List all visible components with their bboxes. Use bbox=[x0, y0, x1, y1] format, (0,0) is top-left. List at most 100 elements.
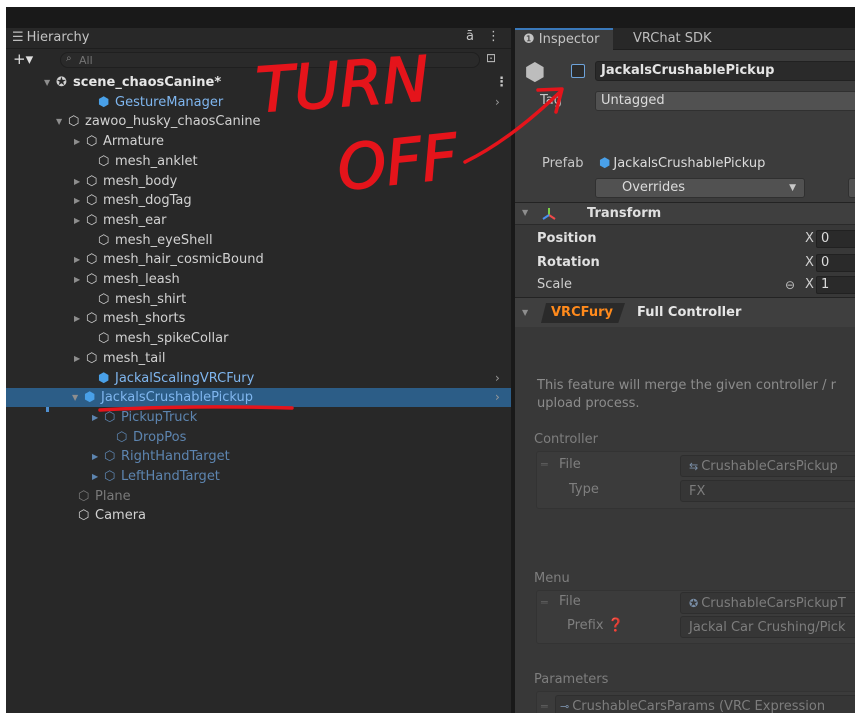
hierarchy-row[interactable]: ⬡ DropPos bbox=[6, 428, 511, 447]
tag-dropdown[interactable]: Untagged bbox=[595, 91, 855, 111]
expand-arrow-closed-icon[interactable]: ▶ bbox=[74, 270, 80, 289]
overrides-dropdown[interactable]: Overrides ▼ bbox=[595, 178, 805, 198]
filter-icon[interactable]: ⊡ bbox=[486, 51, 496, 65]
expand-arrow-closed-icon[interactable]: ▶ bbox=[74, 211, 80, 230]
open-prefab-chevron-icon[interactable]: › bbox=[495, 369, 500, 388]
hierarchy-row[interactable]: ▶ ⬡ mesh_ear bbox=[6, 211, 511, 230]
hierarchy-row[interactable]: ⬡ mesh_shirt bbox=[6, 290, 511, 309]
gameobject-cube-icon: ⬡ bbox=[86, 311, 98, 327]
expand-arrow-closed-icon[interactable]: ▶ bbox=[74, 191, 80, 210]
expand-arrow-closed-icon[interactable]: ▶ bbox=[92, 467, 98, 486]
gameobject-cube-icon: ⬡ bbox=[104, 469, 116, 484]
inspector-tab-bar: ❶ Inspector VRChat SDK bbox=[515, 28, 855, 50]
gameobject-cube-icon: ⬡ bbox=[98, 331, 110, 347]
expand-arrow-closed-icon[interactable]: ▶ bbox=[92, 408, 98, 427]
help-icon[interactable]: ❓ bbox=[608, 618, 624, 633]
menu-box: ═ File ✪ CrushableCarsPickupT Prefix ❓ Ja… bbox=[536, 590, 855, 644]
menu-file-value: CrushableCarsPickupT bbox=[701, 596, 846, 611]
transform-title: Transform bbox=[587, 206, 662, 221]
scene-menu-icon[interactable]: ⋮ bbox=[495, 73, 508, 92]
add-object-button[interactable]: +▾ bbox=[13, 50, 33, 68]
hierarchy-row-label: scene_chaosCanine* bbox=[73, 75, 222, 90]
search-input[interactable] bbox=[79, 53, 459, 67]
active-checkbox[interactable] bbox=[571, 64, 585, 78]
hierarchy-row[interactable]: ⬢ JackalScalingVRCFury › bbox=[6, 369, 511, 388]
prefab-cube-icon: ⬢ bbox=[599, 156, 611, 171]
hierarchy-row[interactable]: ⬡ mesh_eyeShell bbox=[6, 231, 511, 250]
vrcfury-component-header[interactable]: ▼ VRCFury Full Controller bbox=[515, 297, 855, 327]
hierarchy-row[interactable]: ▼ ⬡ zawoo_husky_chaosCanine bbox=[6, 112, 511, 131]
expand-arrow-closed-icon[interactable]: ▶ bbox=[92, 447, 98, 466]
menu-file-label: File bbox=[559, 594, 581, 609]
tab-vrchat-sdk[interactable]: VRChat SDK bbox=[625, 28, 720, 50]
hierarchy-row[interactable]: ▶ ⬡ LeftHandTarget bbox=[6, 467, 511, 486]
hierarchy-row[interactable]: ⬡ mesh_anklet bbox=[6, 152, 511, 171]
hierarchy-row[interactable]: ▼ ⬢ JackalsCrushablePickup › bbox=[6, 388, 511, 408]
hierarchy-row[interactable]: ▶ ⬡ mesh_tail bbox=[6, 349, 511, 368]
hierarchy-row[interactable]: ▶ ⬡ mesh_dogTag bbox=[6, 191, 511, 210]
expand-arrow-closed-icon[interactable]: ▶ bbox=[74, 309, 80, 328]
object-name-field[interactable]: JackalsCrushablePickup bbox=[595, 61, 855, 81]
hierarchy-panel: ☰Hierarchy ā ⋮ +▾ ⌕ ⊡ ▼ ✪ scene_chaosCanin… bbox=[6, 28, 511, 713]
controller-file-field[interactable]: ⇆ CrushableCarsPickup bbox=[680, 455, 855, 477]
type-label: Type bbox=[569, 482, 599, 497]
expand-arrow-closed-icon[interactable]: ▶ bbox=[74, 349, 80, 368]
expand-arrow-open-icon[interactable]: ▼ bbox=[44, 73, 50, 92]
params-value: CrushableCarsParams (VRC Expression bbox=[572, 699, 826, 713]
expand-arrow-open-icon[interactable]: ▼ bbox=[56, 112, 62, 131]
scale-label: Scale bbox=[537, 277, 572, 292]
hierarchy-row-label: mesh_ear bbox=[103, 212, 167, 228]
type-dropdown[interactable]: FX bbox=[680, 480, 855, 502]
transform-icon bbox=[541, 206, 557, 226]
expand-arrow-open-icon[interactable]: ▼ bbox=[72, 388, 78, 407]
params-field[interactable]: ⊸ CrushableCarsParams (VRC Expression bbox=[555, 695, 855, 713]
prefab-cube-icon: ⬢ bbox=[98, 370, 110, 386]
hierarchy-row[interactable]: ▶ ⬡ mesh_body bbox=[6, 172, 511, 191]
prefab-link[interactable]: ⬢ JackalsCrushablePickup bbox=[599, 156, 765, 171]
transform-component-header[interactable]: ▼ Transform bbox=[515, 202, 855, 225]
hierarchy-scene-row[interactable]: ▼ ✪ scene_chaosCanine* ⋮ bbox=[6, 73, 511, 92]
expand-arrow-closed-icon[interactable]: ▶ bbox=[74, 250, 80, 269]
prefab-select-button[interactable] bbox=[848, 178, 855, 198]
foldout-arrow-icon[interactable]: ▼ bbox=[522, 208, 528, 217]
prefix-field[interactable]: Jackal Car Crushing/Pick bbox=[680, 616, 855, 638]
vrc-menu-icon: ✪ bbox=[689, 597, 699, 610]
hierarchy-search[interactable]: ⌕ bbox=[60, 52, 480, 68]
lock-icon[interactable]: ā bbox=[466, 29, 474, 44]
hierarchy-row[interactable]: ⬡ Plane bbox=[6, 487, 511, 506]
hierarchy-row[interactable]: ⬡ Camera bbox=[6, 506, 511, 525]
tab-inspector[interactable]: ❶ Inspector bbox=[515, 28, 613, 50]
hierarchy-row[interactable]: ▶ ⬡ RightHandTarget bbox=[6, 447, 511, 466]
hierarchy-row[interactable]: ▶ ⬡ mesh_shorts bbox=[6, 309, 511, 328]
hierarchy-row[interactable]: ⬡ mesh_spikeCollar bbox=[6, 329, 511, 348]
kebab-menu-icon[interactable]: ⋮ bbox=[487, 29, 500, 44]
hierarchy-row-label: mesh_anklet bbox=[115, 153, 198, 169]
prefix-label: Prefix ❓ bbox=[567, 618, 624, 633]
open-prefab-chevron-icon[interactable]: › bbox=[495, 388, 500, 407]
hierarchy-row[interactable]: ▶ ⬡ mesh_leash bbox=[6, 270, 511, 289]
tab-hierarchy-label: Hierarchy bbox=[26, 30, 90, 45]
scale-x-field[interactable]: 1 bbox=[816, 276, 855, 294]
foldout-arrow-icon[interactable]: ▼ bbox=[522, 308, 528, 317]
drag-handle-icon[interactable]: ═ bbox=[541, 700, 548, 713]
menu-file-field[interactable]: ✪ CrushableCarsPickupT bbox=[680, 592, 855, 614]
hierarchy-row[interactable]: ▶ ⬡ mesh_hair_cosmicBound bbox=[6, 250, 511, 269]
hierarchy-row-label: GestureManager bbox=[115, 94, 224, 110]
tab-hierarchy[interactable]: ☰ Hierarchy bbox=[12, 30, 90, 45]
hierarchy-row-label: Plane bbox=[95, 488, 131, 504]
position-x-field[interactable]: 0 bbox=[816, 230, 855, 248]
hierarchy-toolbar: +▾ ⌕ ⊡ bbox=[6, 49, 511, 71]
open-prefab-chevron-icon[interactable]: › bbox=[495, 93, 500, 112]
link-icon[interactable]: ⊖ bbox=[785, 275, 795, 295]
hierarchy-row[interactable]: ▶ ⬡ PickupTruck bbox=[6, 408, 511, 427]
hierarchy-row[interactable]: ▶ ⬡ Armature bbox=[6, 132, 511, 151]
prefab-cube-icon: ⬢ bbox=[98, 94, 110, 110]
drag-handle-icon[interactable]: ═ bbox=[541, 596, 548, 609]
gameobject-cube-icon: ⬡ bbox=[86, 134, 98, 150]
hierarchy-row-label: JackalScalingVRCFury bbox=[115, 370, 255, 386]
expand-arrow-closed-icon[interactable]: ▶ bbox=[74, 172, 80, 191]
expand-arrow-closed-icon[interactable]: ▶ bbox=[74, 132, 80, 151]
drag-handle-icon[interactable]: ═ bbox=[541, 458, 548, 471]
hierarchy-row[interactable]: ⬢ GestureManager › bbox=[6, 93, 511, 112]
rotation-x-field[interactable]: 0 bbox=[816, 254, 855, 272]
